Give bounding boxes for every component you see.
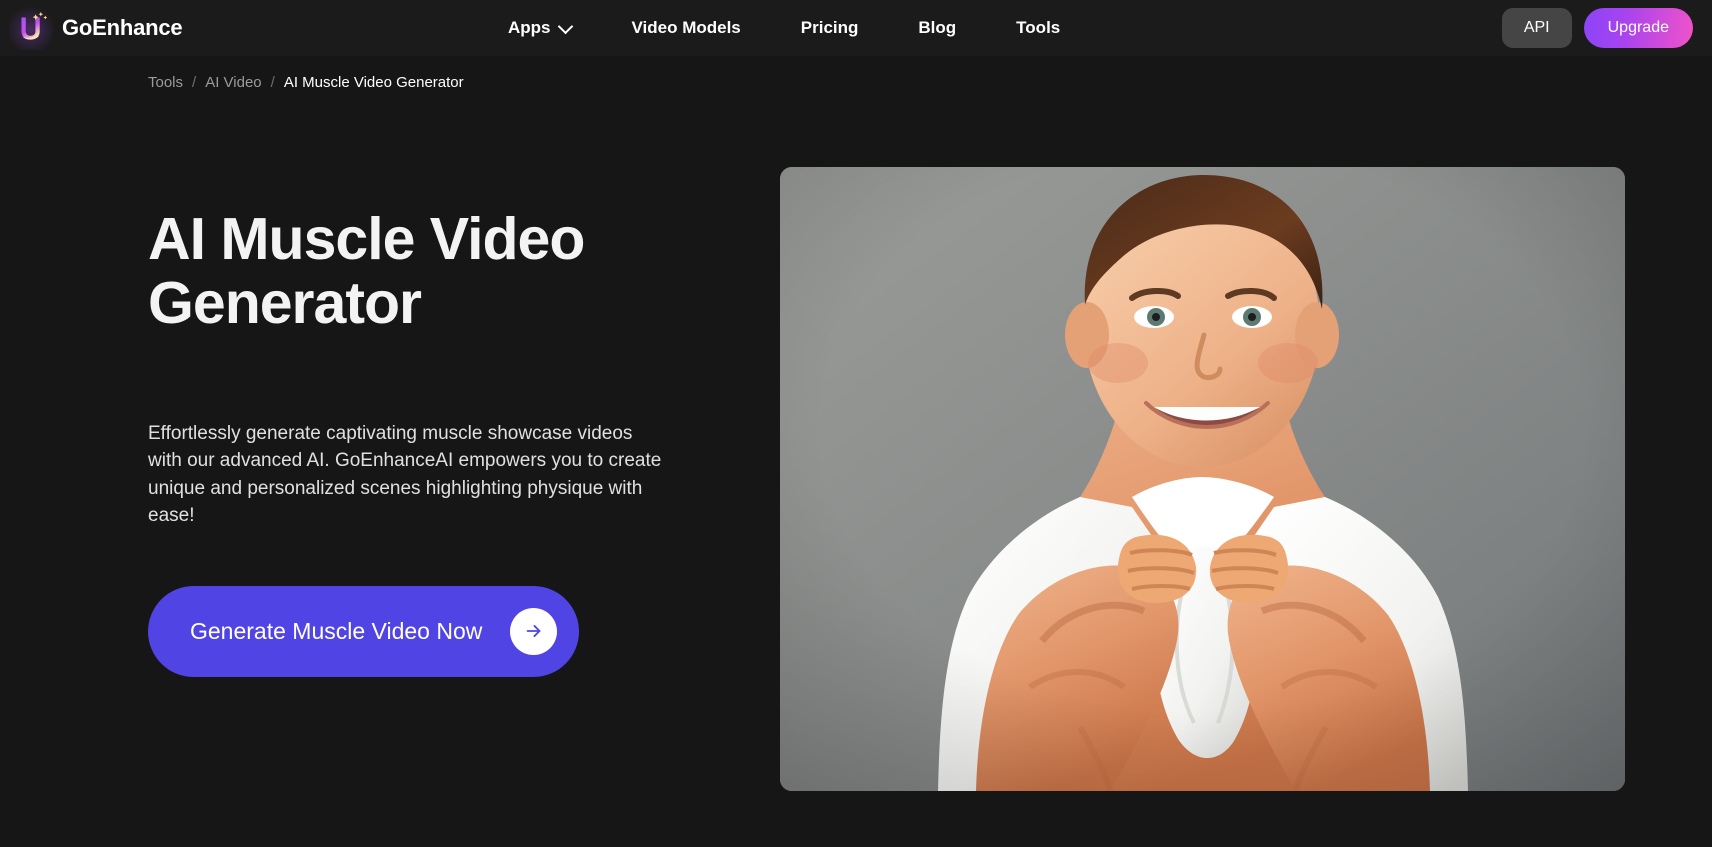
hero-description: Effortlessly generate captivating muscle… xyxy=(148,422,662,527)
brand-name: GoEnhance xyxy=(62,15,183,40)
cta-label: Generate Muscle Video Now xyxy=(190,617,483,644)
breadcrumb-item-current: AI Muscle Video Generator xyxy=(283,74,464,91)
breadcrumb-separator: / xyxy=(270,74,275,91)
generate-muscle-video-button[interactable]: Generate Muscle Video Now xyxy=(148,585,580,677)
nav-item-video-models[interactable]: Video Models xyxy=(602,18,771,38)
nav-item-label: Pricing xyxy=(800,18,859,37)
header-actions: API Upgrade xyxy=(1501,8,1693,48)
nav-item-pricing[interactable]: Pricing xyxy=(771,18,889,38)
nav-item-label: Video Models xyxy=(631,18,741,37)
page-title: AI Muscle Video Generator xyxy=(148,206,585,337)
breadcrumb: Tools / AI Video / AI Muscle Video Gener… xyxy=(0,56,1712,91)
main-nav: Apps Video Models Pricing Blog Tools xyxy=(508,0,1090,56)
site-header: GoEnhance Apps Video Models Pricing Blog… xyxy=(0,0,1712,56)
arrow-right-icon xyxy=(510,607,558,655)
muscle-video-preview[interactable] xyxy=(780,167,1625,791)
nav-item-label: Apps xyxy=(508,18,551,37)
brand-logo[interactable]: GoEnhance xyxy=(9,6,183,50)
hero-content: AI Muscle Video Generator Effortlessly g… xyxy=(148,147,738,791)
hero-section: AI Muscle Video Generator Effortlessly g… xyxy=(0,147,1712,791)
api-button[interactable]: API xyxy=(1501,8,1572,48)
hero-media xyxy=(780,147,1625,791)
upgrade-button[interactable]: Upgrade xyxy=(1583,8,1693,48)
nav-item-label: Tools xyxy=(1016,18,1061,37)
nav-item-blog[interactable]: Blog xyxy=(888,18,986,38)
breadcrumb-separator: / xyxy=(192,74,197,91)
nav-item-apps[interactable]: Apps xyxy=(508,18,602,38)
nav-item-label: Blog xyxy=(918,18,957,37)
nav-item-tools[interactable]: Tools xyxy=(986,18,1090,38)
breadcrumb-item-tools[interactable]: Tools xyxy=(148,74,183,91)
breadcrumb-item-ai-video[interactable]: AI Video xyxy=(205,74,261,91)
chevron-down-icon xyxy=(559,20,572,33)
u-sparkle-logo-icon xyxy=(9,6,53,50)
